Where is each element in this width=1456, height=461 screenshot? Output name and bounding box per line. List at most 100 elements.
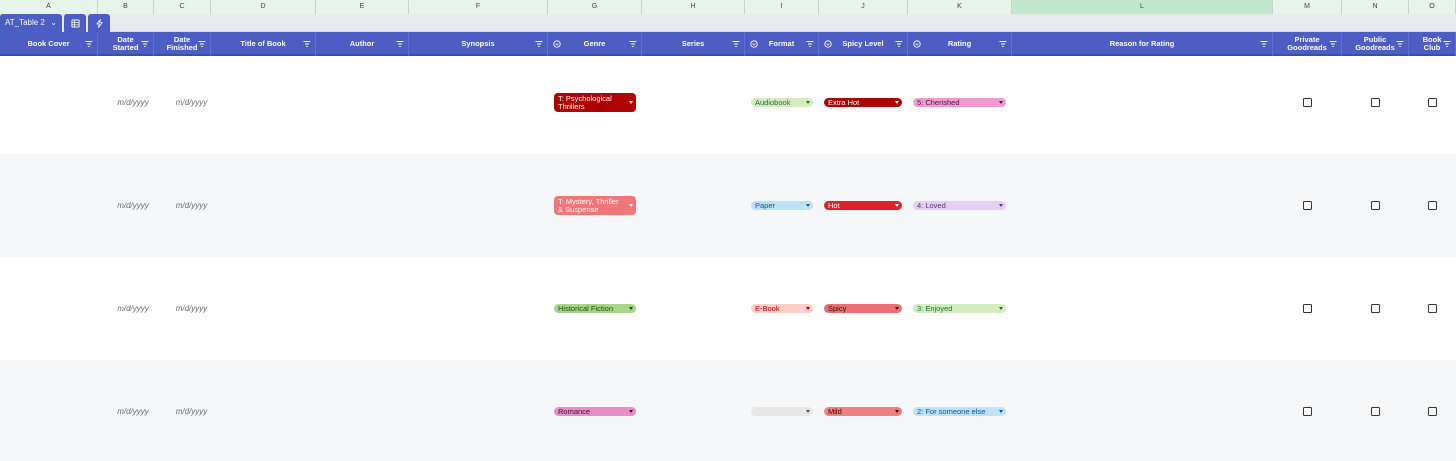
column-letter-e[interactable]: E: [316, 0, 409, 14]
public-goodreads-checkbox[interactable]: [1371, 201, 1380, 210]
chevron-down-icon: [629, 409, 633, 413]
spicy-level-label: Spicy: [828, 303, 847, 313]
filter-icon[interactable]: [396, 40, 404, 48]
format-label: E-Book: [755, 303, 780, 313]
column-letter-c[interactable]: C: [154, 0, 211, 14]
book-club-checkbox[interactable]: [1428, 98, 1437, 107]
column-letter-i[interactable]: I: [745, 0, 819, 14]
column-letter-a[interactable]: A: [0, 0, 98, 14]
format-label: Audiobook: [755, 97, 791, 107]
chevron-down-icon: [895, 203, 899, 207]
column-letter-f[interactable]: F: [409, 0, 548, 14]
filter-icon[interactable]: [732, 40, 740, 48]
header-label: Author: [349, 39, 375, 48]
chevron-down-icon: [806, 409, 810, 413]
dropdown-column-icon: [750, 40, 758, 48]
book-club-checkbox[interactable]: [1428, 407, 1437, 416]
column-letter-k[interactable]: K: [908, 0, 1012, 14]
filter-icon[interactable]: [629, 40, 637, 48]
public-goodreads-checkbox[interactable]: [1371, 304, 1380, 313]
filter-icon[interactable]: [1396, 40, 1404, 48]
genre-chip[interactable]: T: Mystery, Thriller & Suspense: [554, 196, 636, 215]
header-label: Public Goodreads: [1355, 35, 1395, 52]
table-row: m/d/yyyy m/d/yyyy Romance Mild 2: For so…: [0, 360, 1456, 461]
filter-icon[interactable]: [535, 40, 543, 48]
column-letter-j[interactable]: J: [819, 0, 908, 14]
rating-chip[interactable]: 5: Cherished: [913, 98, 1006, 107]
book-club-checkbox[interactable]: [1428, 201, 1437, 210]
spicy-level-label: Hot: [828, 200, 840, 210]
chevron-down-icon: [806, 100, 810, 104]
filter-icon[interactable]: [85, 40, 93, 48]
rating-chip[interactable]: 4: Loved: [913, 201, 1006, 210]
private-goodreads-checkbox[interactable]: [1303, 304, 1312, 313]
private-goodreads-checkbox[interactable]: [1303, 407, 1312, 416]
rating-chip[interactable]: 3: Enjoyed: [913, 304, 1006, 313]
chevron-down-icon: [629, 203, 633, 207]
chevron-down-icon: [895, 100, 899, 104]
filter-icon[interactable]: [999, 40, 1007, 48]
filter-icon[interactable]: [1260, 40, 1268, 48]
header-label: Series: [681, 39, 705, 48]
table-view-button[interactable]: [64, 14, 86, 32]
genre-chip[interactable]: Romance: [554, 407, 636, 416]
column-letter-l[interactable]: L: [1012, 0, 1273, 14]
column-letter-g[interactable]: G: [548, 0, 642, 14]
filter-icon[interactable]: [806, 40, 814, 48]
header-label: Spicy Level: [842, 39, 884, 48]
format-chip[interactable]: Paper: [751, 201, 813, 210]
date-finished-cell[interactable]: m/d/yyyy: [154, 257, 229, 360]
chevron-down-icon: [629, 100, 633, 104]
chevron-down-icon: ⌄: [50, 18, 57, 27]
chevron-down-icon: [999, 409, 1003, 413]
date-finished-cell[interactable]: m/d/yyyy: [154, 360, 229, 461]
date-finished-cell[interactable]: m/d/yyyy: [154, 51, 229, 154]
genre-label: T: Psychological Thrillers: [558, 93, 612, 111]
public-goodreads-checkbox[interactable]: [1371, 407, 1380, 416]
header-label: Date Finished: [166, 35, 198, 52]
table-name-tab[interactable]: AT_Table 2 ⌄: [0, 14, 62, 32]
header-label: Format: [768, 39, 795, 48]
book-club-checkbox[interactable]: [1428, 304, 1437, 313]
spicy-level-chip[interactable]: Mild: [824, 407, 902, 416]
header-label: Book Cover: [27, 39, 70, 48]
genre-chip[interactable]: T: Psychological Thrillers: [554, 93, 636, 112]
genre-chip[interactable]: Historical Fiction: [554, 304, 636, 313]
automation-button[interactable]: [88, 14, 110, 32]
date-finished-cell[interactable]: m/d/yyyy: [154, 154, 229, 257]
column-letter-m[interactable]: M: [1273, 0, 1342, 14]
column-letter-b[interactable]: B: [98, 0, 154, 14]
genre-label: Historical Fiction: [558, 303, 614, 313]
dropdown-column-icon: [553, 40, 561, 48]
genre-label: Romance: [558, 406, 591, 416]
column-letter-n[interactable]: N: [1342, 0, 1409, 14]
filter-icon[interactable]: [1443, 40, 1451, 48]
format-chip[interactable]: Audiobook: [751, 98, 813, 107]
genre-label: T: Mystery, Thriller & Suspense: [558, 196, 619, 214]
filter-icon[interactable]: [141, 40, 149, 48]
filter-icon[interactable]: [198, 40, 206, 48]
rating-label: 3: Enjoyed: [917, 303, 953, 313]
rating-label: 2: For someone else: [917, 406, 986, 416]
header-label: Reason for Rating: [1109, 39, 1175, 48]
public-goodreads-checkbox[interactable]: [1371, 98, 1380, 107]
spicy-level-chip[interactable]: Spicy: [824, 304, 902, 313]
spicy-level-chip[interactable]: Hot: [824, 201, 902, 210]
filter-icon[interactable]: [895, 40, 903, 48]
header-label: Book Club: [1422, 35, 1442, 52]
format-chip[interactable]: E-Book: [751, 304, 813, 313]
header-label: Private Goodreads: [1287, 35, 1327, 52]
column-letter-d[interactable]: D: [211, 0, 316, 14]
column-letter-h[interactable]: H: [642, 0, 745, 14]
rating-chip[interactable]: 2: For someone else: [913, 407, 1006, 416]
spicy-level-chip[interactable]: Extra Hot: [824, 98, 902, 107]
private-goodreads-checkbox[interactable]: [1303, 201, 1312, 210]
rating-label: 4: Loved: [917, 200, 946, 210]
filter-icon[interactable]: [303, 40, 311, 48]
column-letter-o[interactable]: O: [1409, 0, 1456, 14]
private-goodreads-checkbox[interactable]: [1303, 98, 1312, 107]
chevron-down-icon: [806, 203, 810, 207]
format-chip[interactable]: [751, 407, 813, 416]
table-tab-strip: AT_Table 2 ⌄: [0, 14, 1456, 32]
filter-icon[interactable]: [1329, 40, 1337, 48]
